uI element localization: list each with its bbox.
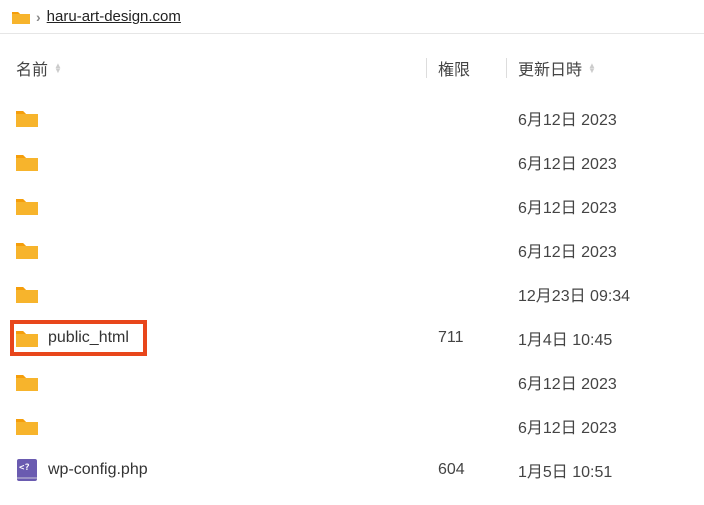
cell-modified-date: 6月12日 2023 <box>518 194 688 218</box>
cell-modified-date: 1月5日 10:51 <box>518 458 688 482</box>
php-file-icon <box>16 460 38 480</box>
cell-name <box>16 284 438 304</box>
folder-icon <box>12 10 30 24</box>
cell-modified-date: 1月4日 10:45 <box>518 326 688 350</box>
column-header-name[interactable]: 名前 ▲▼ <box>16 56 438 80</box>
file-name-label: public_html <box>48 329 129 347</box>
file-list: 6月12日 2023 6月12日 2023 6月12日 2023 6月12日 2023… <box>0 96 704 492</box>
folder-icon <box>16 284 38 304</box>
cell-permissions: 711 <box>438 329 518 347</box>
file-name-label: wp-config.php <box>48 461 148 479</box>
cell-modified-date: 6月12日 2023 <box>518 414 688 438</box>
folder-icon <box>16 108 38 128</box>
table-row[interactable]: 6月12日 2023 <box>0 140 704 184</box>
folder-icon <box>16 196 38 216</box>
column-header-date[interactable]: 更新日時 ▲▼ <box>518 56 688 80</box>
folder-icon <box>16 372 38 392</box>
cell-name <box>16 196 438 216</box>
folder-icon <box>16 416 38 436</box>
table-row[interactable]: 6月12日 2023 <box>0 184 704 228</box>
table-row[interactable]: 6月12日 2023 <box>0 360 704 404</box>
breadcrumb: › haru-art-design.com <box>0 0 704 34</box>
column-headers: 名前 ▲▼ 権限 更新日時 ▲▼ <box>0 34 704 96</box>
table-row[interactable]: 6月12日 2023 <box>0 96 704 140</box>
table-row[interactable]: 6月12日 2023 <box>0 228 704 272</box>
cell-modified-date: 6月12日 2023 <box>518 106 688 130</box>
cell-modified-date: 6月12日 2023 <box>518 370 688 394</box>
cell-name: wp-config.php <box>16 460 438 480</box>
column-header-date-label: 更新日時 <box>518 56 582 80</box>
cell-name <box>16 152 438 172</box>
column-header-perm-label: 権限 <box>438 56 470 80</box>
cell-modified-date: 6月12日 2023 <box>518 238 688 262</box>
cell-name <box>16 240 438 260</box>
cell-name <box>16 372 438 392</box>
cell-name <box>16 416 438 436</box>
column-header-name-label: 名前 <box>16 56 48 80</box>
folder-icon <box>16 152 38 172</box>
cell-permissions: 604 <box>438 461 518 479</box>
cell-name <box>16 108 438 128</box>
cell-modified-date: 6月12日 2023 <box>518 150 688 174</box>
sort-icon: ▲▼ <box>54 63 62 73</box>
table-row[interactable]: wp-config.php 6041月5日 10:51 <box>0 448 704 492</box>
table-row[interactable]: public_html 7111月4日 10:45 <box>0 316 704 360</box>
folder-icon <box>16 328 38 348</box>
sort-icon: ▲▼ <box>588 63 596 73</box>
cell-name: public_html <box>16 320 438 356</box>
highlighted-entry: public_html <box>10 320 147 356</box>
table-row[interactable]: 12月23日 09:34 <box>0 272 704 316</box>
folder-icon <box>16 240 38 260</box>
table-row[interactable]: 6月12日 2023 <box>0 404 704 448</box>
chevron-right-icon: › <box>36 9 41 25</box>
breadcrumb-domain[interactable]: haru-art-design.com <box>47 8 181 25</box>
cell-modified-date: 12月23日 09:34 <box>518 282 688 306</box>
